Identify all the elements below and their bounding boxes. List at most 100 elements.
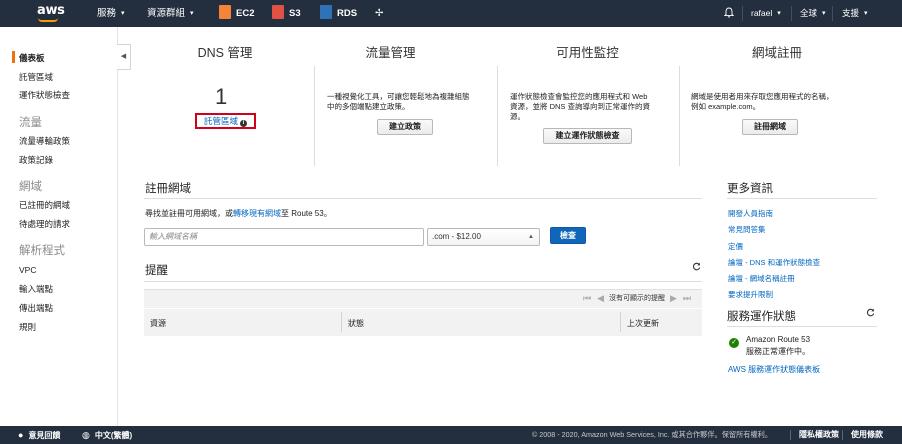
footer-bar: ● 意見回饋 ◍ 中文(繁體) © 2008 - 2020, Amazon Web … bbox=[0, 426, 902, 444]
sidebar-item-pending-requests[interactable]: 待處理的請求 bbox=[19, 218, 70, 230]
register-desc-text: 尋找並註冊可用網域，或 bbox=[145, 209, 233, 218]
dns-management-title: DNS 管理 bbox=[197, 46, 253, 60]
services-label: 服務 bbox=[97, 8, 117, 20]
service-health-dashboard-link[interactable]: AWS 服務運作狀態儀表板 bbox=[728, 364, 820, 375]
sidebar-item-outbound-endpoints[interactable]: 傳出端點 bbox=[19, 302, 53, 314]
register-domain-description: 尋找並註冊可用網域，或轉移現有網域至 Route 53。 bbox=[145, 208, 332, 219]
terms-of-use-link[interactable]: 使用條款 bbox=[851, 426, 883, 444]
faq-link[interactable]: 常見問答集 bbox=[728, 224, 766, 235]
sidebar-item-policy-records[interactable]: 政策記錄 bbox=[19, 154, 53, 166]
s3-icon bbox=[272, 5, 284, 19]
pin-icon[interactable]: ✢ bbox=[375, 0, 383, 27]
language-selector[interactable]: ◍ 中文(繁體) bbox=[82, 426, 132, 444]
refresh-alerts-icon[interactable] bbox=[692, 262, 701, 274]
availability-description: 運作狀態檢查會監控您的應用程式和 Web 資源，並將 DNS 查詢導向到正常運作… bbox=[510, 92, 650, 122]
sidebar-item-health-checks[interactable]: 運作狀態檢查 bbox=[19, 89, 70, 101]
availability-desc-line: 資源，並將 DNS 查詢導向到正常運作的資 bbox=[510, 102, 651, 111]
chevron-down-icon: ▾ bbox=[822, 10, 826, 18]
domain-name-input[interactable]: 輸入網域名稱 bbox=[144, 228, 424, 246]
support-menu[interactable]: 支援 ▾ bbox=[842, 0, 868, 27]
speech-bubble-icon: ● bbox=[18, 430, 24, 440]
previous-page-icon[interactable]: ◀ bbox=[597, 293, 604, 303]
check-domain-button[interactable]: 檢查 bbox=[550, 227, 586, 244]
chevron-down-icon: ▾ bbox=[864, 10, 868, 18]
column-header-resource[interactable]: 資源 bbox=[150, 318, 166, 329]
sidebar-section-traffic: 流量 bbox=[19, 117, 42, 129]
hosted-zones-link-label: 託管區域 bbox=[203, 116, 238, 126]
sidebar-section-domains: 網域 bbox=[19, 181, 42, 193]
services-menu[interactable]: 服務 ▾ bbox=[97, 0, 125, 27]
refresh-service-health-icon[interactable] bbox=[866, 308, 875, 320]
sidebar-section-resolver: 解析程式 bbox=[19, 245, 65, 257]
copyright-text: © 2008 - 2020, Amazon Web Services, Inc.… bbox=[532, 430, 773, 439]
s3-label: S3 bbox=[289, 8, 301, 19]
ec2-icon bbox=[219, 5, 231, 19]
register-domain-button[interactable]: 註冊網域 bbox=[742, 119, 798, 135]
availability-desc-line: 運作狀態檢查會監控您的應用程式和 Web bbox=[510, 92, 648, 101]
availability-monitoring-title: 可用性監控 bbox=[556, 46, 619, 60]
service-status-text: 服務正常運作中。 bbox=[746, 347, 810, 356]
transfer-domain-link[interactable]: 轉移現有網域 bbox=[233, 209, 281, 218]
availability-desc-line: 源。 bbox=[510, 112, 525, 121]
create-health-check-button[interactable]: 建立運作狀態檢查 bbox=[543, 128, 632, 144]
rds-shortcut[interactable]: RDS bbox=[320, 0, 357, 27]
next-page-icon[interactable]: ▶ bbox=[670, 293, 677, 303]
feedback-button[interactable]: ● 意見回饋 bbox=[18, 426, 60, 444]
region-label: 全球 bbox=[800, 8, 818, 18]
sidebar-item-hosted-zones[interactable]: 託管區域 bbox=[19, 71, 53, 83]
pricing-link[interactable]: 定價 bbox=[728, 241, 743, 252]
alerts-pager: ⏮ ◀ 沒有可顯示的提醒 ▶ ⏭ bbox=[580, 293, 694, 305]
hosted-zones-link[interactable]: 託管區域 i bbox=[195, 113, 256, 129]
resource-groups-label: 資源群組 bbox=[147, 8, 186, 20]
column-header-last-updated[interactable]: 上次更新 bbox=[627, 318, 659, 329]
more-info-heading: 更多資訊 bbox=[727, 183, 773, 195]
s3-shortcut[interactable]: S3 bbox=[272, 0, 301, 27]
first-page-icon[interactable]: ⏮ bbox=[583, 293, 591, 303]
alerts-empty-text: 沒有可顯示的提醒 bbox=[609, 295, 666, 302]
tld-select[interactable]: .com - $12.00 ▲ bbox=[427, 228, 540, 246]
sidebar-item-vpcs[interactable]: VPC bbox=[19, 265, 36, 275]
domain-registration-title: 網域註冊 bbox=[751, 46, 802, 60]
column-header-status[interactable]: 狀態 bbox=[348, 318, 364, 329]
globe-icon: ◍ bbox=[82, 430, 90, 440]
register-desc-text: 至 Route 53。 bbox=[281, 209, 332, 218]
resource-groups-menu[interactable]: 資源群組 ▾ bbox=[147, 0, 194, 27]
chevron-down-icon: ▾ bbox=[121, 10, 125, 17]
register-domain-heading: 註冊網域 bbox=[145, 183, 191, 195]
traffic-management-title: 流量管理 bbox=[365, 46, 416, 60]
sidebar-item-inbound-endpoints[interactable]: 輸入端點 bbox=[19, 283, 53, 295]
developer-guide-link[interactable]: 開發人員指南 bbox=[728, 208, 773, 219]
chevron-down-icon: ▾ bbox=[190, 10, 194, 17]
forum-dns-health-link[interactable]: 論壇 - DNS 和運作狀態檢查 bbox=[728, 257, 820, 268]
account-label: rafael bbox=[751, 8, 773, 18]
status-ok-icon: ✓ bbox=[729, 338, 739, 348]
collapse-sidebar-button[interactable]: ◀ bbox=[117, 44, 131, 70]
account-menu[interactable]: rafael ▾ bbox=[751, 0, 781, 27]
alerts-table: ⏮ ◀ 沒有可顯示的提醒 ▶ ⏭ 資源 狀態 上次更新 bbox=[144, 289, 702, 336]
support-label: 支援 bbox=[842, 8, 860, 18]
ec2-shortcut[interactable]: EC2 bbox=[219, 0, 254, 27]
domain-desc-line: 例如 example.com。 bbox=[691, 102, 761, 111]
sidebar-item-dashboard[interactable]: 儀表板 bbox=[19, 52, 45, 64]
sidebar-item-traffic-policies[interactable]: 流量導輪政策 bbox=[19, 135, 70, 147]
notifications-bell-icon[interactable] bbox=[723, 0, 735, 27]
aws-logo[interactable]: aws bbox=[36, 2, 65, 24]
top-navigation-bar: aws 服務 ▾ 資源群組 ▾ EC2 S3 RDS ✢ rafael ▾ 全球 ▾ 支… bbox=[0, 0, 902, 27]
privacy-policy-link[interactable]: 隱私權政策 bbox=[799, 426, 839, 444]
traffic-desc-line: 中的多個端點建立政策。 bbox=[327, 102, 410, 111]
create-policy-button[interactable]: 建立政策 bbox=[377, 119, 433, 135]
info-icon[interactable]: i bbox=[240, 120, 247, 127]
service-health-heading: 服務運作狀態 bbox=[727, 311, 796, 323]
region-menu[interactable]: 全球 ▾ bbox=[800, 0, 826, 27]
dropdown-arrow-icon: ▲ bbox=[528, 234, 534, 240]
sidebar-item-registered-domains[interactable]: 已註冊的網域 bbox=[19, 199, 70, 211]
active-indicator bbox=[12, 51, 15, 63]
sidebar-item-rules[interactable]: 規則 bbox=[19, 321, 36, 333]
rds-icon bbox=[320, 5, 332, 19]
last-page-icon[interactable]: ⏭ bbox=[683, 293, 691, 303]
language-label: 中文(繁體) bbox=[94, 431, 133, 440]
request-limit-increase-link[interactable]: 要求提升限制 bbox=[728, 289, 773, 300]
forum-domain-registration-link[interactable]: 論壇 - 網域名稱註冊 bbox=[728, 273, 795, 284]
rds-label: RDS bbox=[337, 8, 358, 19]
traffic-desc-line: 一種視覺化工具，可讓您輕鬆地為複雜組態 bbox=[327, 92, 470, 101]
